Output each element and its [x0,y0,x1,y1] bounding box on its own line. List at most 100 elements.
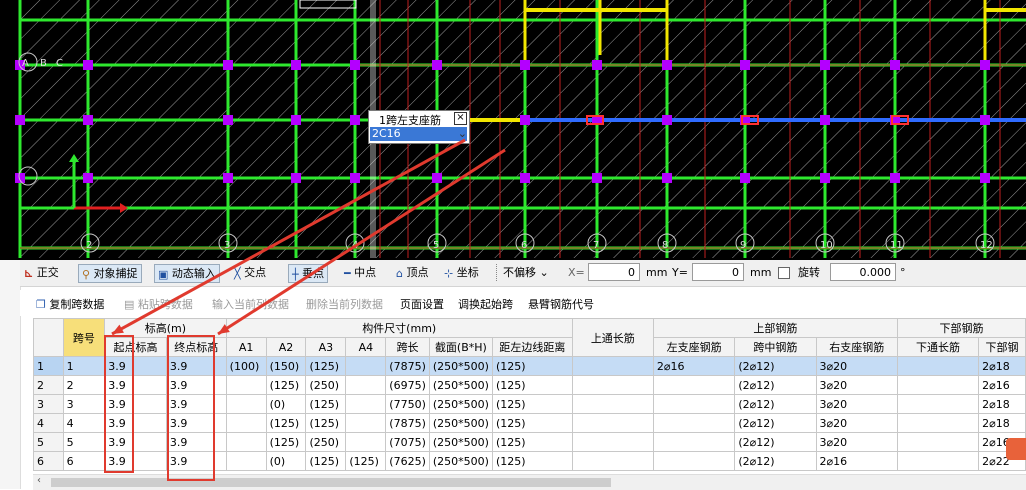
x-coordinate-input[interactable]: 0 [588,263,640,281]
table-cell[interactable]: 2⌀16 [978,375,1026,395]
table-cell[interactable]: (7625) [385,451,430,471]
section-header[interactable]: 截面(B*H) [428,337,493,357]
table-cell[interactable]: (100) [225,356,267,376]
table-cell[interactable] [345,432,387,452]
table-cell[interactable]: (250) [305,375,347,395]
table-cell[interactable]: (250*500) [428,394,493,414]
table-cell[interactable]: (250*500) [428,375,493,395]
copy-span-button[interactable]: ❐ 复制跨数据 [36,296,104,312]
table-cell[interactable]: (7075) [385,432,430,452]
table-cell[interactable] [896,394,980,414]
table-cell[interactable] [345,394,387,414]
dynamic-input-toggle[interactable]: ▣ 动态输入 [154,264,220,283]
mid-span-rebar-header[interactable]: 跨中钢筋 [734,337,817,357]
ortho-toggle[interactable]: ⊾ 正交 [24,264,59,281]
table-cell[interactable]: 2⌀16 [652,356,736,376]
object-snap-toggle[interactable]: ⚲ 对象捕捉 [78,264,142,283]
table-cell[interactable] [571,432,654,452]
page-setup-button[interactable]: 页面设置 [400,296,444,312]
table-cell[interactable]: (125) [491,413,573,433]
table-cell[interactable]: (250) [305,432,347,452]
span-no-header[interactable]: 跨号 [62,318,106,357]
table-cell[interactable]: (125) [491,394,573,414]
a3-header[interactable]: A3 [305,337,347,357]
swap-start-span-button[interactable]: 调换起始跨 [458,296,513,312]
table-cell[interactable] [896,356,980,376]
table-cell[interactable] [225,394,267,414]
bottom-partial-rebar-header[interactable]: 下部钢 [978,337,1026,357]
table-cell[interactable]: (125) [265,432,307,452]
table-cell[interactable] [896,413,980,433]
edge-distance-header[interactable]: 距左边线距离 [491,337,573,357]
table-cell[interactable]: (2⌀12) [734,432,817,452]
intersection-snap[interactable]: ╳ 交点 [234,264,266,281]
table-cell[interactable]: 1 [62,356,106,376]
table-cell[interactable]: (7750) [385,394,430,414]
table-cell[interactable] [652,394,736,414]
table-cell[interactable]: 3⌀20 [815,394,898,414]
table-cell[interactable]: (0) [265,451,307,471]
table-cell[interactable] [345,356,387,376]
cad-canvas[interactable]: A B C 2 3 4 5 6 7 8 9 10 11 12 1跨左支座筋 × 2C16 ⌄ [0,0,1026,260]
perpendicular-snap[interactable]: ┼ 垂点 [288,264,329,283]
delete-column-button[interactable]: 删除当前列数据 [306,296,383,312]
a2-header[interactable]: A2 [265,337,307,357]
rebar-input-popup[interactable]: 1跨左支座筋 × 2C16 ⌄ [368,110,470,144]
right-support-rebar-header[interactable]: 右支座钢筋 [815,337,898,357]
table-cell[interactable] [225,413,267,433]
table-cell[interactable]: (125) [491,451,573,471]
scrollbar-thumb[interactable] [51,478,611,487]
table-cell[interactable]: 3⌀20 [815,413,898,433]
table-cell[interactable]: (125) [491,375,573,395]
table-cell[interactable]: 2⌀18 [978,356,1026,376]
table-cell[interactable]: 2⌀18 [978,413,1026,433]
rotate-angle-input[interactable]: 0.000 [830,263,896,281]
table-cell[interactable]: (125) [305,451,347,471]
table-cell[interactable]: (125) [265,413,307,433]
table-cell[interactable]: (250*500) [428,413,493,433]
table-cell[interactable]: 4 [62,413,106,433]
table-cell[interactable]: 2 [62,375,106,395]
offset-mode-select[interactable]: 不偏移 ⌄ [496,264,549,281]
table-cell[interactable] [571,356,654,376]
table-cell[interactable] [345,413,387,433]
chevron-down-icon[interactable]: ⌄ [458,127,467,140]
table-cell[interactable] [571,413,654,433]
table-cell[interactable]: (2⌀12) [734,394,817,414]
table-cell[interactable]: 2⌀18 [978,394,1026,414]
table-cell[interactable]: 5 [62,432,106,452]
table-cell[interactable]: (125) [305,413,347,433]
table-cell[interactable]: (125) [491,356,573,376]
close-icon[interactable]: × [454,112,467,125]
table-cell[interactable]: (250*500) [428,451,493,471]
table-cell[interactable] [652,375,736,395]
table-cell[interactable]: (125) [345,451,387,471]
table-cell[interactable] [896,451,980,471]
table-cell[interactable]: 2⌀16 [815,451,898,471]
table-cell[interactable]: (6975) [385,375,430,395]
input-column-button[interactable]: 输入当前列数据 [212,296,289,312]
table-cell[interactable] [225,432,267,452]
table-cell[interactable] [225,375,267,395]
table-cell[interactable] [571,394,654,414]
table-cell[interactable]: (125) [305,356,347,376]
midpoint-snap[interactable]: ━ 中点 [344,264,376,281]
table-cell[interactable]: (250*500) [428,356,493,376]
table-cell[interactable]: (125) [491,432,573,452]
table-cell[interactable]: 3⌀20 [815,375,898,395]
table-cell[interactable] [896,375,980,395]
table-cell[interactable] [652,413,736,433]
table-cell[interactable]: (7875) [385,413,430,433]
table-cell[interactable]: 6 [62,451,106,471]
left-support-rebar-header[interactable]: 左支座钢筋 [652,337,736,357]
table-cell[interactable]: (150) [265,356,307,376]
span-length-header[interactable]: 跨长 [385,337,430,357]
table-cell[interactable] [225,451,267,471]
table-cell[interactable] [652,451,736,471]
a1-header[interactable]: A1 [225,337,267,357]
table-cell[interactable]: (2⌀12) [734,413,817,433]
table-cell[interactable]: (250*500) [428,432,493,452]
table-cell[interactable]: (0) [265,394,307,414]
table-cell[interactable]: (2⌀12) [734,356,817,376]
table-cell[interactable]: 3⌀20 [815,356,898,376]
